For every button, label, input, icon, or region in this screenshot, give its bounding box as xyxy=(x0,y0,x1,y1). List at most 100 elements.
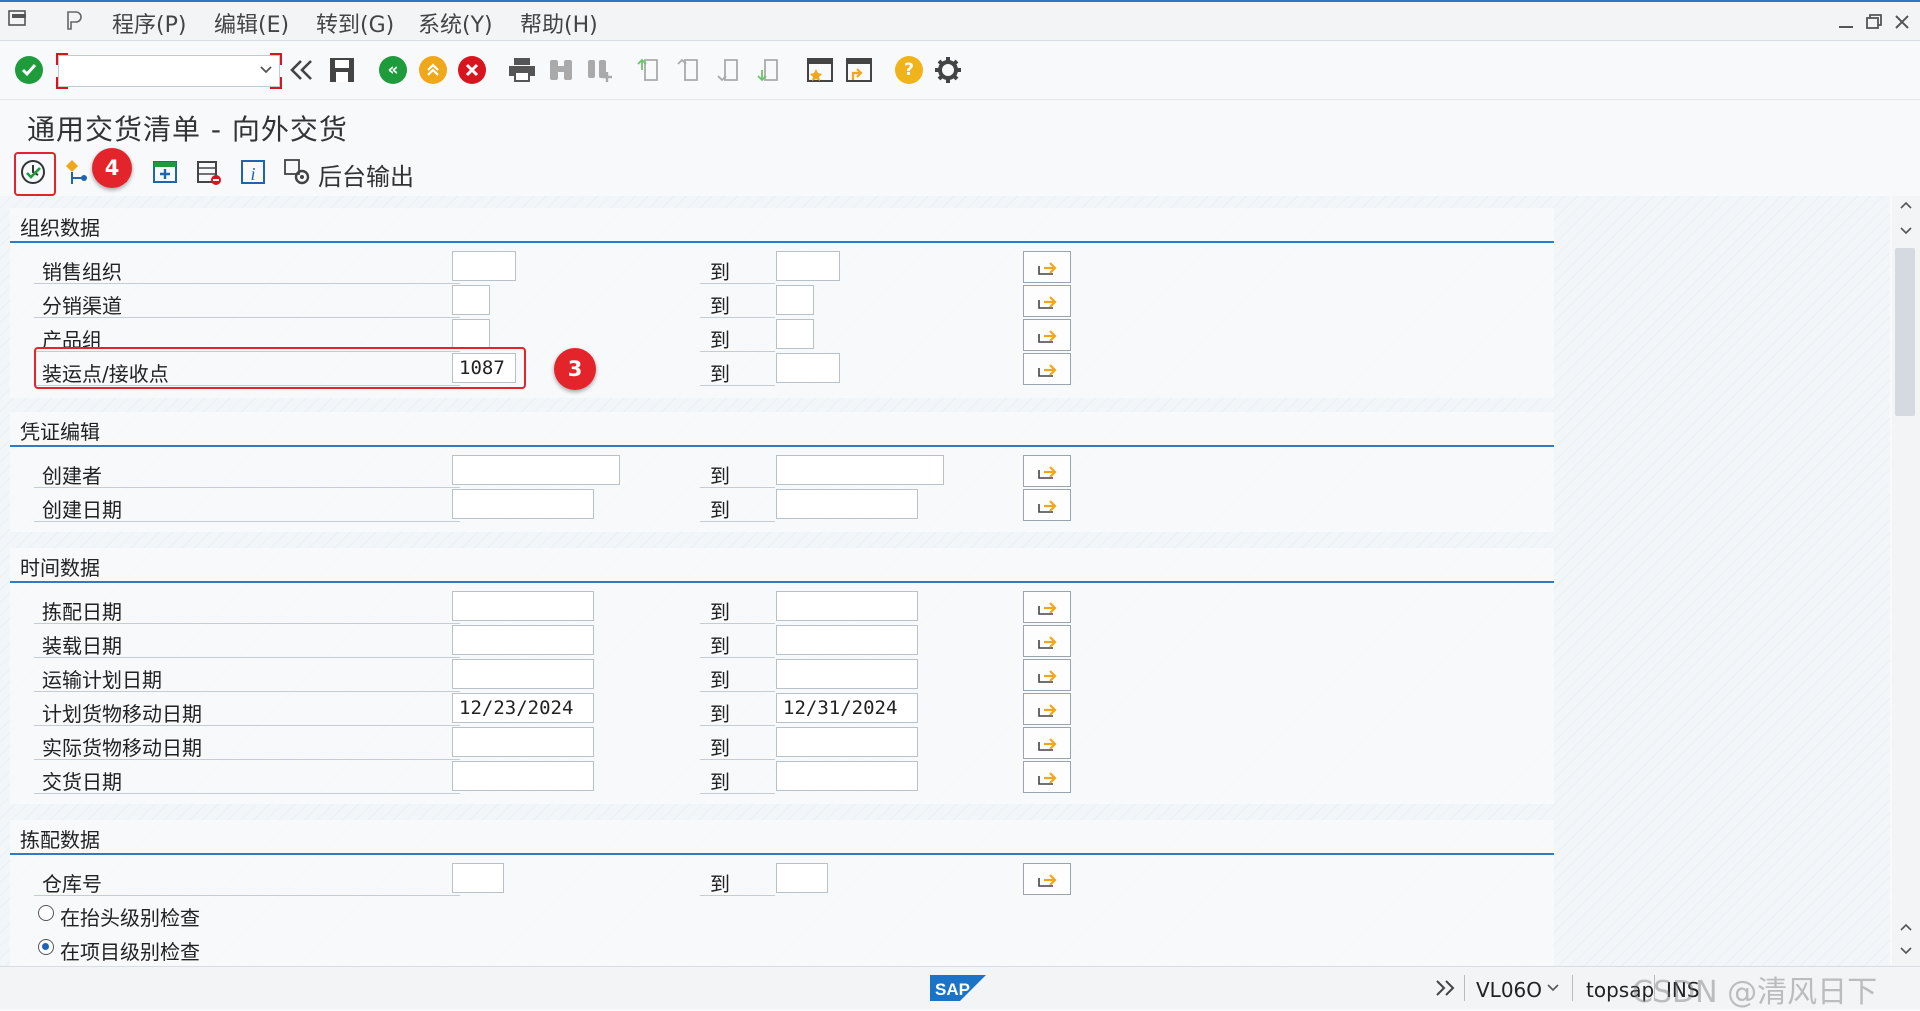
distribution-channel-from-input[interactable] xyxy=(452,285,490,315)
range-to-label: 到 xyxy=(710,702,730,726)
scrollbar-thumb[interactable] xyxy=(1895,248,1915,416)
created-by-from-input[interactable] xyxy=(452,455,620,485)
enter-button[interactable] xyxy=(12,53,46,87)
add-selection-button[interactable] xyxy=(146,153,184,191)
created-by-to-input[interactable] xyxy=(776,455,944,485)
multiple-selection-button[interactable] xyxy=(1023,489,1071,521)
minimize-icon[interactable] xyxy=(1836,12,1856,32)
info-icon: i xyxy=(241,160,265,184)
new-window-icon xyxy=(807,58,833,82)
loading-date-to-input[interactable] xyxy=(776,625,918,655)
first-page-button[interactable] xyxy=(632,53,666,87)
personalize-icon[interactable] xyxy=(62,8,86,32)
find-next-button[interactable] xyxy=(582,53,616,87)
find-button[interactable] xyxy=(544,53,578,87)
division-from-input[interactable] xyxy=(452,319,490,349)
menu-program[interactable]: 程序(P) xyxy=(112,7,186,39)
previous-page-button[interactable] xyxy=(672,53,706,87)
multiple-selection-button[interactable] xyxy=(1023,319,1071,351)
multiple-selection-button[interactable] xyxy=(1023,659,1071,691)
actual-gi-date-to-input[interactable] xyxy=(776,727,918,757)
planned-gi-date-from-input[interactable]: 12/23/2024 xyxy=(452,693,594,723)
scroll-down-icon[interactable] xyxy=(1900,946,1912,956)
multiple-selection-button[interactable] xyxy=(1023,455,1071,487)
planned-gi-date-to-input[interactable]: 12/31/2024 xyxy=(776,693,918,723)
command-field[interactable] xyxy=(56,53,282,89)
field-row-planned-gi-date: 计划货物移动日期 12/23/2024 到 12/31/2024 xyxy=(10,692,1554,726)
menu-goto[interactable]: 转到(G) xyxy=(316,7,394,39)
cancel-button[interactable] xyxy=(455,53,489,87)
scroll-down-icon[interactable] xyxy=(1900,226,1912,236)
multiple-selection-button[interactable] xyxy=(1023,591,1071,623)
range-to-label: 到 xyxy=(710,498,730,522)
actual-gi-date-from-input[interactable] xyxy=(452,727,594,757)
chevron-down-icon[interactable] xyxy=(1546,983,1560,993)
background-output-button[interactable] xyxy=(278,153,316,191)
radio-header-level[interactable] xyxy=(38,905,54,921)
multiple-selection-button[interactable] xyxy=(1023,863,1071,895)
highlight-corner xyxy=(56,53,68,65)
help-button[interactable]: ? xyxy=(892,53,926,87)
radio-label[interactable]: 在抬头级别检查 xyxy=(60,902,200,931)
delivery-date-to-input[interactable] xyxy=(776,761,918,791)
menu-system[interactable]: 系统(Y) xyxy=(418,7,493,39)
back-button[interactable]: « xyxy=(376,53,410,87)
multiple-selection-arrow-icon xyxy=(1038,262,1057,275)
sales-org-from-input[interactable] xyxy=(452,251,516,281)
save-button[interactable] xyxy=(325,53,359,87)
created-on-to-input[interactable] xyxy=(776,489,918,519)
multiple-selection-button[interactable] xyxy=(1023,625,1071,657)
picking-date-to-input[interactable] xyxy=(776,591,918,621)
new-session-button[interactable] xyxy=(803,53,837,87)
close-window-icon[interactable] xyxy=(1892,12,1912,32)
group-title: 时间数据 xyxy=(20,556,100,580)
distribution-channel-to-input[interactable] xyxy=(776,285,814,315)
loading-date-from-input[interactable] xyxy=(452,625,594,655)
multiple-selection-button[interactable] xyxy=(1023,761,1071,793)
transport-planning-date-to-input[interactable] xyxy=(776,659,918,689)
multiple-selection-button[interactable] xyxy=(1023,285,1071,317)
restore-icon[interactable] xyxy=(1864,12,1884,32)
menu-edit[interactable]: 编辑(E) xyxy=(214,7,289,39)
sap-menu-icon[interactable] xyxy=(8,8,30,28)
print-button[interactable] xyxy=(505,53,539,87)
exit-button[interactable] xyxy=(416,53,450,87)
radio-item-level[interactable] xyxy=(38,939,54,955)
multiple-selection-button[interactable] xyxy=(1023,727,1071,759)
next-page-button[interactable] xyxy=(712,53,746,87)
radio-row-header-level[interactable]: 在抬头级别检查 xyxy=(10,896,1554,930)
multiple-selection-button[interactable] xyxy=(1023,353,1071,385)
chevron-down-icon[interactable] xyxy=(259,65,273,75)
warehouse-number-from-input[interactable] xyxy=(452,863,504,893)
field-row-shipping-point: 装运点/接收点 1087 到 3 xyxy=(10,347,1554,390)
field-label: 实际货物移动日期 xyxy=(42,736,202,760)
transport-planning-date-from-input[interactable] xyxy=(452,659,594,689)
info-button[interactable]: i xyxy=(234,153,272,191)
radio-row-item-level[interactable]: 在项目级别检查 xyxy=(10,930,1554,964)
multiple-selection-arrow-icon xyxy=(1038,364,1057,377)
execute-highlight-box xyxy=(14,152,56,196)
multiple-selection-button[interactable] xyxy=(1023,693,1071,725)
multiple-selection-button[interactable] xyxy=(1023,251,1071,283)
radio-label[interactable]: 在项目级别检查 xyxy=(60,936,200,965)
division-to-input[interactable] xyxy=(776,319,814,349)
scroll-up-icon[interactable] xyxy=(1900,200,1912,210)
group-org-data: 组织数据 销售组织 到 分销渠道 到 产品组 到 装运点/接收点 1087 到 xyxy=(10,208,1554,398)
warehouse-number-to-input[interactable] xyxy=(776,863,828,893)
group-divider xyxy=(10,445,1554,447)
picking-date-from-input[interactable] xyxy=(452,591,594,621)
last-page-button[interactable] xyxy=(752,53,786,87)
created-on-from-input[interactable] xyxy=(452,489,594,519)
delivery-date-from-input[interactable] xyxy=(452,761,594,791)
menu-help[interactable]: 帮助(H) xyxy=(520,7,598,39)
delete-selection-button[interactable] xyxy=(190,153,228,191)
background-output-label[interactable]: 后台输出 xyxy=(318,157,414,192)
double-chevron-right-icon[interactable] xyxy=(1434,979,1456,997)
group-divider xyxy=(10,241,1554,243)
sales-org-to-input[interactable] xyxy=(776,251,840,281)
shortcut-button[interactable] xyxy=(842,53,876,87)
scroll-up-icon[interactable] xyxy=(1900,922,1912,932)
shipping-point-to-input[interactable] xyxy=(776,353,840,383)
command-expand-button[interactable] xyxy=(284,53,318,87)
settings-button[interactable] xyxy=(931,53,965,87)
